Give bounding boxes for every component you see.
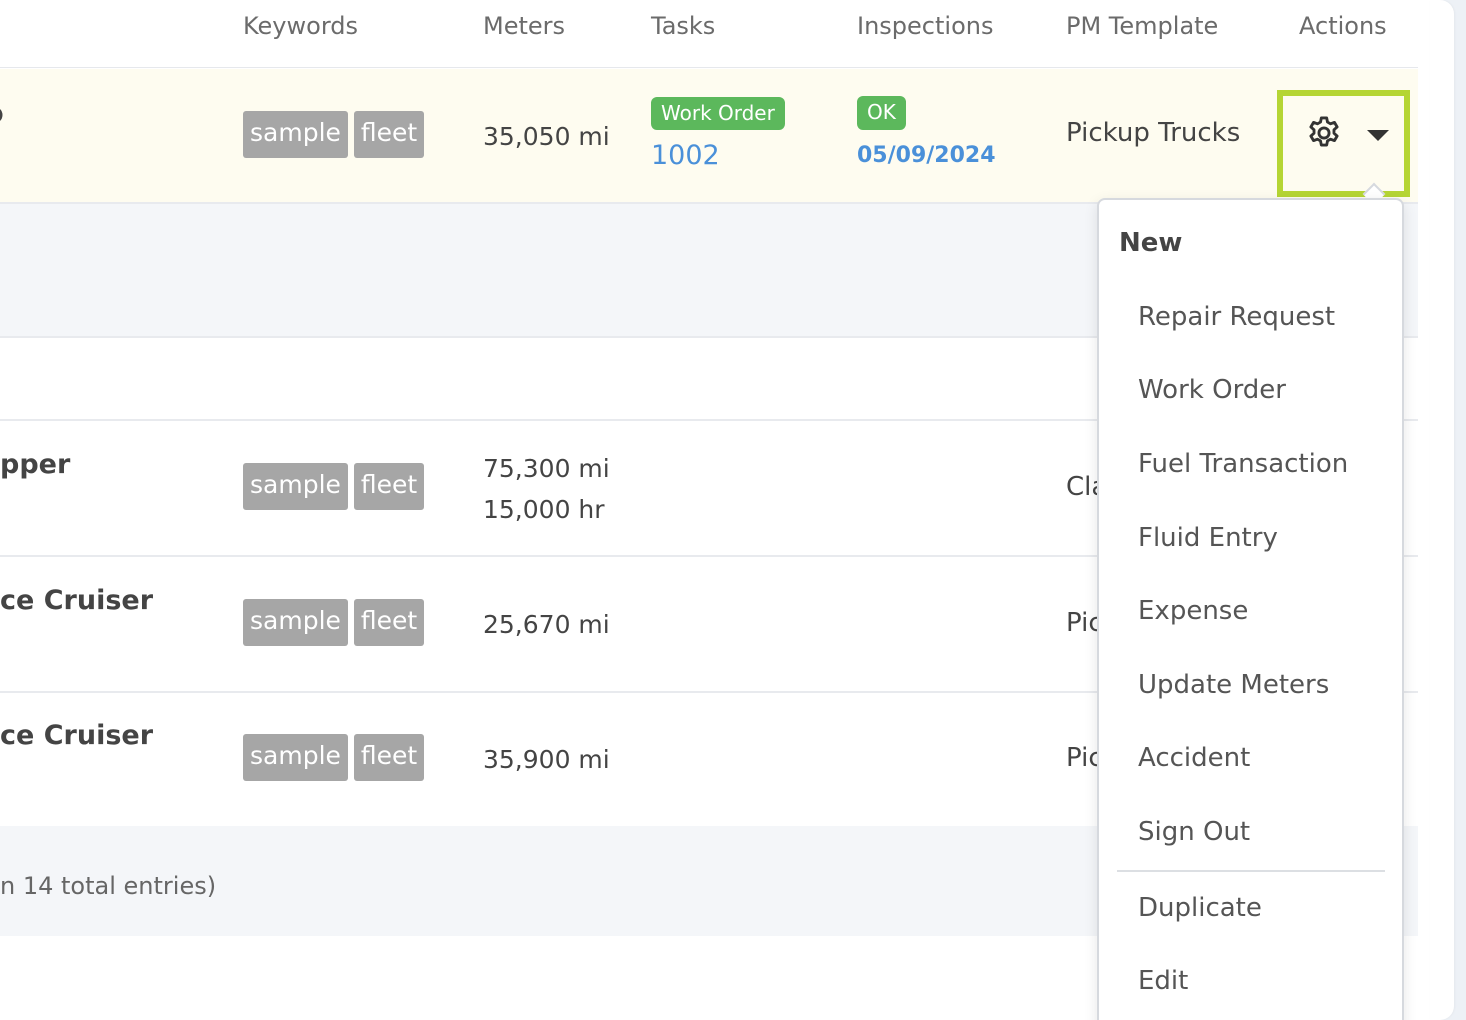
menu-item-fluid-entry[interactable]: Fluid Entry (1138, 523, 1278, 553)
caret-down-icon (1367, 130, 1389, 141)
task-status-badge: Work Order (651, 97, 785, 130)
header-pm-template[interactable]: PM Template (1066, 12, 1218, 40)
menu-item-edit[interactable]: Edit (1138, 966, 1188, 996)
dropdown-header-new: New (1119, 228, 1183, 258)
header-inspections[interactable]: Inspections (857, 12, 993, 40)
menu-item-expense[interactable]: Expense (1138, 596, 1248, 626)
tag-fleet[interactable]: fleet (353, 463, 425, 510)
tag-sample[interactable]: sample (243, 734, 348, 781)
menu-divider (1117, 870, 1385, 872)
header-keywords[interactable]: Keywords (243, 12, 358, 40)
keyword-tags: sample fleet (243, 463, 425, 510)
menu-item-sign-out[interactable]: Sign Out (1138, 817, 1250, 847)
menu-item-fuel-transaction[interactable]: Fuel Transaction (1138, 449, 1348, 479)
tag-sample[interactable]: sample (243, 463, 348, 510)
tag-sample[interactable]: sample (243, 111, 348, 158)
header-tasks[interactable]: Tasks (651, 12, 715, 40)
pm-template-value: Pickup Trucks (1066, 118, 1241, 148)
truncated-glyph (0, 108, 3, 122)
table-header: Keywords Meters Tasks Inspections PM Tem… (0, 0, 1418, 68)
actions-menu-button[interactable] (1277, 90, 1410, 197)
vehicle-name[interactable]: ce Cruiser (0, 585, 153, 616)
keyword-tags: sample fleet (243, 111, 425, 158)
menu-item-work-order[interactable]: Work Order (1138, 375, 1286, 405)
actions-dropdown-menu: New Repair Request Work Order Fuel Trans… (1097, 198, 1404, 1020)
tag-sample[interactable]: sample (243, 599, 348, 646)
header-actions: Actions (1299, 12, 1387, 40)
pagination-info: n 14 total entries) (0, 872, 217, 900)
meter-value: 25,670 mi (483, 610, 610, 639)
tag-fleet[interactable]: fleet (353, 599, 425, 646)
inspection-status-badge: OK (857, 96, 906, 130)
gear-icon (1309, 116, 1339, 147)
inspection-date-link[interactable]: 05/09/2024 (857, 143, 996, 168)
vehicle-name[interactable]: pper (0, 449, 70, 480)
right-panel-edge (1430, 0, 1454, 1020)
header-meters[interactable]: Meters (483, 12, 565, 40)
meter-value: 35,050 mi (483, 122, 610, 151)
tag-fleet[interactable]: fleet (353, 734, 425, 781)
meter-value-hours: 15,000 hr (483, 495, 605, 524)
meter-value: 35,900 mi (483, 745, 610, 774)
work-order-link[interactable]: 1002 (651, 140, 720, 171)
menu-item-accident[interactable]: Accident (1138, 743, 1250, 773)
menu-item-duplicate[interactable]: Duplicate (1138, 893, 1262, 923)
keyword-tags: sample fleet (243, 734, 425, 781)
menu-item-update-meters[interactable]: Update Meters (1138, 670, 1329, 700)
vehicle-name[interactable]: ce Cruiser (0, 720, 153, 751)
keyword-tags: sample fleet (243, 599, 425, 646)
menu-item-repair-request[interactable]: Repair Request (1138, 302, 1335, 332)
tag-fleet[interactable]: fleet (353, 111, 425, 158)
meter-value: 75,300 mi (483, 454, 610, 483)
